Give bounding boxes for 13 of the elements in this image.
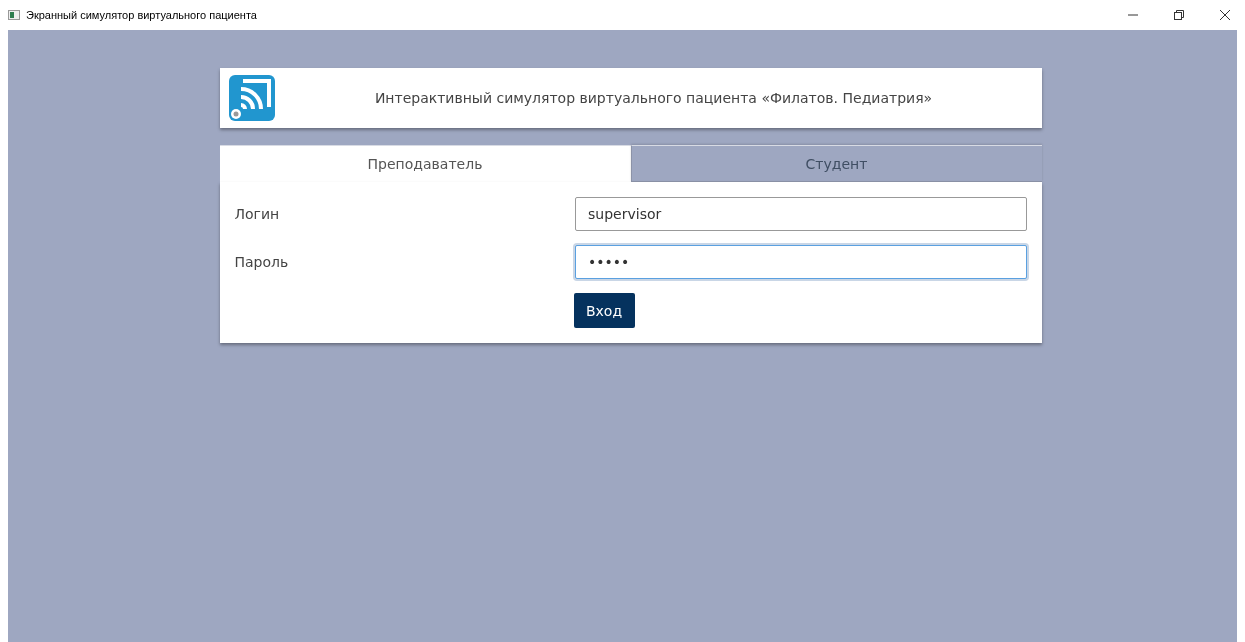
app-icon bbox=[8, 10, 20, 20]
input-field[interactable]: supervisor bbox=[575, 197, 1027, 231]
close-icon bbox=[1220, 10, 1230, 20]
input-field[interactable]: ••••• bbox=[575, 245, 1027, 279]
field-label: Пароль bbox=[234, 254, 290, 270]
logo-icon bbox=[228, 75, 275, 121]
login-button[interactable]: Вход bbox=[573, 293, 635, 328]
app-title: Интерактивный симулятор виртуального пациента «Филатов. Педиатрия» bbox=[373, 90, 934, 106]
role-tab[interactable]: Студент bbox=[630, 145, 1042, 182]
role-tab[interactable]: Преподаватель bbox=[219, 145, 631, 182]
window-title: Экранный симулятор виртуального пациента bbox=[26, 9, 258, 21]
field-label: Логин bbox=[234, 206, 281, 222]
restore-icon bbox=[1174, 10, 1184, 20]
